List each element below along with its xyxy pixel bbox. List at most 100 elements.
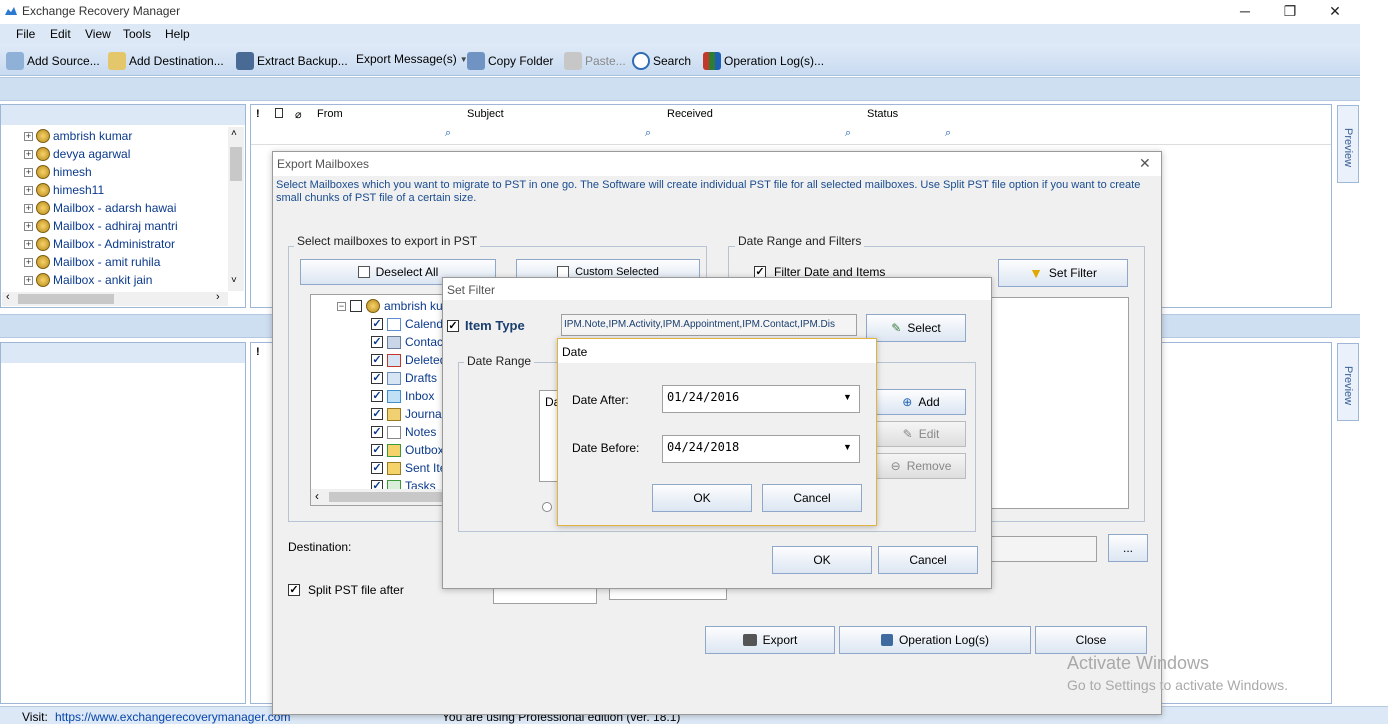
scroll-left-icon[interactable]: ‹ [6, 291, 10, 303]
date-after-picker[interactable]: 01/24/2016 ▼ [662, 385, 860, 413]
operation-logs-button[interactable]: Operation Log(s) [839, 626, 1031, 654]
checkbox[interactable]: ✓ [371, 408, 383, 420]
scroll-thumb[interactable] [18, 294, 114, 304]
dropdown-arrow-icon[interactable]: ▼ [843, 392, 852, 402]
checkbox[interactable]: ✓ [371, 426, 383, 438]
remove-button[interactable]: ⊖ Remove [876, 453, 966, 479]
tree-item[interactable]: + Mailbox - adarsh hawai [24, 199, 176, 217]
collapse-icon[interactable]: − [337, 301, 346, 311]
tree-item[interactable]: + Mailbox - ankit jain [24, 271, 152, 289]
ok-button[interactable]: OK [772, 546, 872, 574]
split-pst-checkbox[interactable]: ✓ Split PST file after [288, 583, 404, 597]
scroll-left-icon[interactable]: ‹ [315, 489, 319, 503]
checkbox[interactable]: ✓ [371, 444, 383, 456]
received-column[interactable]: Received [667, 108, 713, 120]
browse-button[interactable]: ... [1108, 534, 1148, 562]
menu-tools[interactable]: Tools [123, 27, 151, 41]
tree-item[interactable]: + himesh [24, 163, 92, 181]
add-button[interactable]: ⊕ Add [876, 389, 966, 415]
folder-item[interactable]: ✓ Contacts [371, 333, 452, 351]
checkbox[interactable]: ✓ [371, 390, 383, 402]
menu-edit[interactable]: Edit [50, 27, 71, 41]
cancel-button[interactable]: Cancel [762, 484, 862, 512]
export-button[interactable]: Export [705, 626, 835, 654]
scroll-thumb[interactable] [230, 147, 242, 181]
folder-item[interactable]: ✓ Notes [371, 423, 436, 441]
scroll-down-icon[interactable]: ˅ [231, 275, 237, 286]
preview-tab[interactable]: Preview [1337, 105, 1359, 183]
tree-item[interactable]: + Mailbox - adhiraj mantri [24, 217, 178, 235]
folder-item[interactable]: ✓ Outbox [371, 441, 444, 459]
search-button[interactable]: Search [632, 52, 691, 70]
menu-view[interactable]: View [85, 27, 111, 41]
tree-vscrollbar[interactable]: ˄ ˅ [228, 127, 244, 291]
expand-icon[interactable]: + [24, 203, 33, 213]
destination-input[interactable] [981, 536, 1097, 562]
add-destination-button[interactable]: Add Destination... [108, 52, 224, 70]
close-icon[interactable]: ✕ [1139, 155, 1151, 172]
add-source-button[interactable]: Add Source... [6, 52, 100, 70]
checkbox[interactable]: ✓ [371, 354, 383, 366]
scroll-up-icon[interactable]: ˄ [231, 128, 237, 139]
status-column[interactable]: Status [867, 108, 898, 120]
item-type-input[interactable]: IPM.Note,IPM.Activity,IPM.Appointment,IP… [561, 314, 857, 336]
tree-hscrollbar[interactable]: ‹ › [2, 291, 228, 306]
copy-folder-button[interactable]: Copy Folder [467, 52, 553, 70]
tree-item[interactable]: + himesh11 [24, 181, 104, 199]
tree-item[interactable]: + Mailbox - amit ruhila [24, 253, 160, 271]
checkbox[interactable]: ✓ [288, 584, 300, 596]
expand-icon[interactable]: + [24, 185, 33, 195]
expand-icon[interactable]: + [24, 149, 33, 159]
website-link[interactable]: https://www.exchangerecoverymanager.com [55, 710, 290, 724]
date-before-picker[interactable]: 04/24/2018 ▼ [662, 435, 860, 463]
select-button[interactable]: ✎ Select [866, 314, 966, 342]
search-icon[interactable]: ⌕ [645, 127, 657, 139]
expand-icon[interactable]: + [24, 167, 33, 177]
tree-item[interactable]: + ambrish kumar [24, 127, 132, 145]
extract-backup-button[interactable]: Extract Backup... [236, 52, 348, 70]
expand-icon[interactable]: + [24, 131, 33, 141]
scroll-thumb[interactable] [329, 492, 449, 502]
tree-item[interactable]: + devya agarwal [24, 145, 130, 163]
dropdown-arrow-icon[interactable]: ▼ [843, 442, 852, 452]
folder-tree-hscrollbar[interactable]: ‹ [311, 489, 459, 505]
menu-file[interactable]: File [16, 27, 35, 41]
checkbox[interactable]: ✓ [371, 318, 383, 330]
export-messages-button[interactable]: Export Message(s) ▼ [356, 52, 468, 66]
menu-help[interactable]: Help [165, 27, 190, 41]
expand-icon[interactable]: + [24, 221, 33, 231]
subject-column[interactable]: Subject [467, 108, 504, 120]
minimize-button[interactable]: ─ [1222, 0, 1268, 24]
close-window-button[interactable]: ✕ [1312, 0, 1358, 24]
checkbox[interactable]: ✓ [371, 462, 383, 474]
cancel-button[interactable]: Cancel [878, 546, 978, 574]
folder-item[interactable]: ✓ Deleted [371, 351, 446, 369]
preview-tab[interactable]: Preview [1337, 343, 1359, 421]
flag-column[interactable]: ! [256, 346, 260, 358]
checkbox[interactable]: ✓ [371, 372, 383, 384]
expand-icon[interactable]: + [24, 275, 33, 285]
scroll-right-icon[interactable]: › [216, 291, 220, 303]
expand-icon[interactable]: + [24, 239, 33, 249]
checkbox[interactable]: ✓ [371, 336, 383, 348]
checkbox[interactable] [350, 300, 362, 312]
close-button[interactable]: Close [1035, 626, 1147, 654]
item-type-checkbox[interactable]: ✓ Item Type [447, 318, 525, 333]
expand-icon[interactable]: + [24, 257, 33, 267]
set-filter-button[interactable]: ▼ Set Filter [998, 259, 1128, 287]
folder-item[interactable]: ✓ Drafts [371, 369, 437, 387]
checkbox[interactable]: ✓ [447, 319, 459, 332]
tree-item[interactable]: + Mailbox - Administrator [24, 235, 175, 253]
folder-item[interactable]: ✓ Inbox [371, 387, 434, 405]
radio-button[interactable] [542, 502, 552, 512]
paste-button[interactable]: Paste... [564, 52, 626, 70]
search-icon[interactable]: ⌕ [445, 127, 457, 139]
search-icon[interactable]: ⌕ [945, 127, 957, 139]
ok-button[interactable]: OK [652, 484, 752, 512]
root-item[interactable]: − ambrish ku [337, 297, 443, 315]
edit-button[interactable]: ✎ Edit [876, 421, 966, 447]
flag-column[interactable]: ! [256, 108, 260, 120]
from-column[interactable]: From [317, 108, 343, 120]
operation-logs-button[interactable]: Operation Log(s)... [703, 52, 824, 70]
folder-item[interactable]: ✓ Journal [371, 405, 444, 423]
